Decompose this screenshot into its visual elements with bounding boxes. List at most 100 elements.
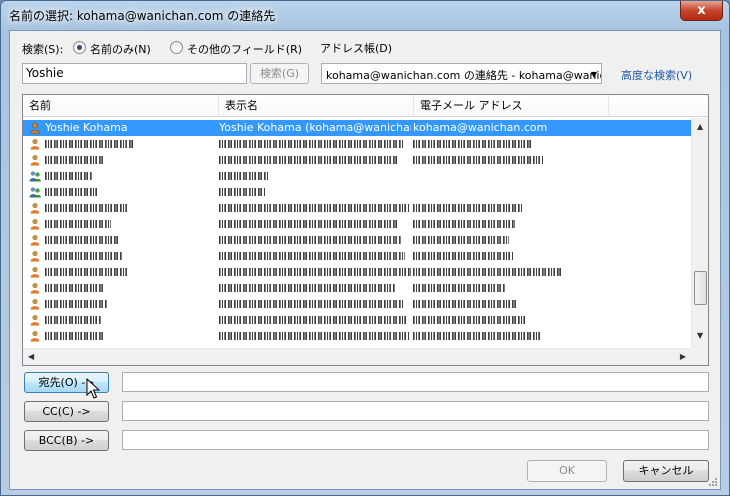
- redacted-display-name: [219, 140, 404, 148]
- table-row[interactable]: [23, 216, 691, 232]
- redacted-display-name: [219, 220, 397, 228]
- redacted-email: [413, 236, 509, 244]
- person-icon: [30, 250, 40, 262]
- close-button[interactable]: x: [680, 1, 723, 21]
- column-header-display-name[interactable]: 表示名: [219, 95, 414, 117]
- title-bar[interactable]: 名前の選択: kohama@wanichan.com の連絡先 x: [1, 1, 729, 29]
- horizontal-scrollbar[interactable]: ◀ ▶: [23, 348, 691, 365]
- table-row[interactable]: [23, 200, 691, 216]
- search-label: 検索(S):: [22, 43, 64, 56]
- redacted-name: [45, 236, 119, 244]
- bcc-button[interactable]: BCC(B) ->: [24, 430, 109, 451]
- row-display-name: Yoshie Kohama (kohama@wanichan...: [219, 121, 411, 134]
- person-icon: [30, 202, 40, 214]
- radio-other-fields[interactable]: [170, 41, 183, 54]
- address-book-select[interactable]: kohama@wanichan.com の連絡先 - kohama@wanic …: [321, 63, 602, 84]
- radio-name-only[interactable]: [73, 41, 86, 54]
- radio-name-only-label[interactable]: 名前のみ(N): [90, 41, 151, 57]
- advanced-search-link[interactable]: 高度な検索(V): [621, 67, 692, 83]
- row-name: Yoshie Kohama: [45, 121, 128, 134]
- table-row-selected[interactable]: Yoshie Kohama Yoshie Kohama (kohama@wani…: [23, 120, 691, 136]
- table-row[interactable]: [23, 152, 691, 168]
- cancel-button[interactable]: キャンセル: [623, 460, 709, 482]
- group-icon: [29, 187, 41, 198]
- redacted-name: [45, 252, 123, 260]
- redacted-name: [45, 316, 101, 324]
- person-icon: [30, 282, 40, 294]
- select-names-dialog: 名前の選択: kohama@wanichan.com の連絡先 x 検索(S):…: [0, 0, 730, 496]
- cc-button[interactable]: CC(C) ->: [24, 401, 109, 422]
- table-row[interactable]: [23, 328, 691, 344]
- redacted-display-name: [219, 188, 265, 196]
- redacted-email: [413, 284, 505, 292]
- redacted-display-name: [219, 316, 407, 324]
- cc-field[interactable]: [122, 401, 709, 421]
- redacted-email: [413, 300, 517, 308]
- mouse-cursor-icon: [86, 378, 100, 399]
- scroll-thumb[interactable]: [694, 271, 707, 305]
- scroll-right-icon[interactable]: ▶: [680, 352, 686, 361]
- table-row[interactable]: [23, 168, 691, 184]
- table-row[interactable]: [23, 136, 691, 152]
- person-icon: [30, 154, 40, 166]
- address-book-label: アドレス帳(D): [320, 42, 393, 55]
- redacted-email: [413, 156, 543, 164]
- person-icon: [30, 314, 40, 326]
- group-icon: [29, 171, 41, 182]
- redacted-display-name: [219, 172, 269, 180]
- redacted-name: [45, 172, 93, 180]
- redacted-display-name: [219, 156, 399, 164]
- redacted-name: [45, 332, 105, 340]
- search-button[interactable]: 検索(G): [250, 63, 309, 84]
- column-header-email[interactable]: 電子メール アドレス: [414, 95, 609, 117]
- person-icon: [30, 330, 40, 342]
- window-title: 名前の選択: kohama@wanichan.com の連絡先: [9, 9, 276, 23]
- search-input[interactable]: Yoshie: [22, 63, 247, 84]
- column-header-name[interactable]: 名前: [23, 95, 219, 117]
- bcc-field[interactable]: [122, 430, 709, 450]
- redacted-name: [45, 204, 127, 212]
- dialog-body: 検索(S): 名前のみ(N) その他のフィールド(R) アドレス帳(D) Yos…: [9, 30, 721, 490]
- person-icon: [30, 218, 40, 230]
- redacted-name: [45, 140, 135, 148]
- table-row[interactable]: [23, 280, 691, 296]
- redacted-email: [413, 252, 513, 260]
- scroll-down-icon[interactable]: ▼: [697, 331, 703, 340]
- contacts-list[interactable]: 名前 表示名 電子メール アドレス Yoshie Kohama Yoshie K…: [22, 94, 709, 366]
- person-icon: [30, 122, 40, 134]
- resize-grip-icon[interactable]: [708, 477, 718, 487]
- person-icon: [30, 138, 40, 150]
- redacted-email: [413, 140, 533, 148]
- redacted-email: [413, 332, 541, 340]
- redacted-email: [413, 268, 563, 276]
- table-row[interactable]: [23, 264, 691, 280]
- redacted-display-name: [219, 300, 403, 308]
- table-row[interactable]: [23, 296, 691, 312]
- table-row[interactable]: [23, 232, 691, 248]
- redacted-name: [45, 188, 97, 196]
- redacted-email: [413, 204, 523, 212]
- redacted-name: [45, 284, 105, 292]
- redacted-display-name: [219, 332, 409, 340]
- redacted-display-name: [219, 252, 405, 260]
- radio-other-fields-label[interactable]: その他のフィールド(R): [187, 41, 302, 57]
- redacted-email: [413, 316, 525, 324]
- table-row[interactable]: [23, 312, 691, 328]
- to-field[interactable]: [122, 372, 709, 392]
- table-row[interactable]: [23, 248, 691, 264]
- vertical-scrollbar[interactable]: ▲ ▼: [691, 118, 708, 349]
- person-icon: [30, 298, 40, 310]
- redacted-name: [45, 156, 105, 164]
- table-row[interactable]: [23, 184, 691, 200]
- redacted-name: [45, 300, 107, 308]
- ok-button[interactable]: OK: [527, 460, 607, 482]
- scroll-up-icon[interactable]: ▲: [697, 122, 703, 131]
- scroll-left-icon[interactable]: ◀: [28, 352, 34, 361]
- redacted-display-name: [219, 284, 395, 292]
- person-icon: [30, 234, 40, 246]
- row-email: kohama@wanichan.com: [413, 121, 548, 134]
- redacted-email: [413, 220, 515, 228]
- redacted-name: [45, 220, 111, 228]
- chevron-down-icon: ▼: [590, 70, 597, 79]
- list-header: 名前 表示名 電子メール アドレス: [23, 95, 708, 117]
